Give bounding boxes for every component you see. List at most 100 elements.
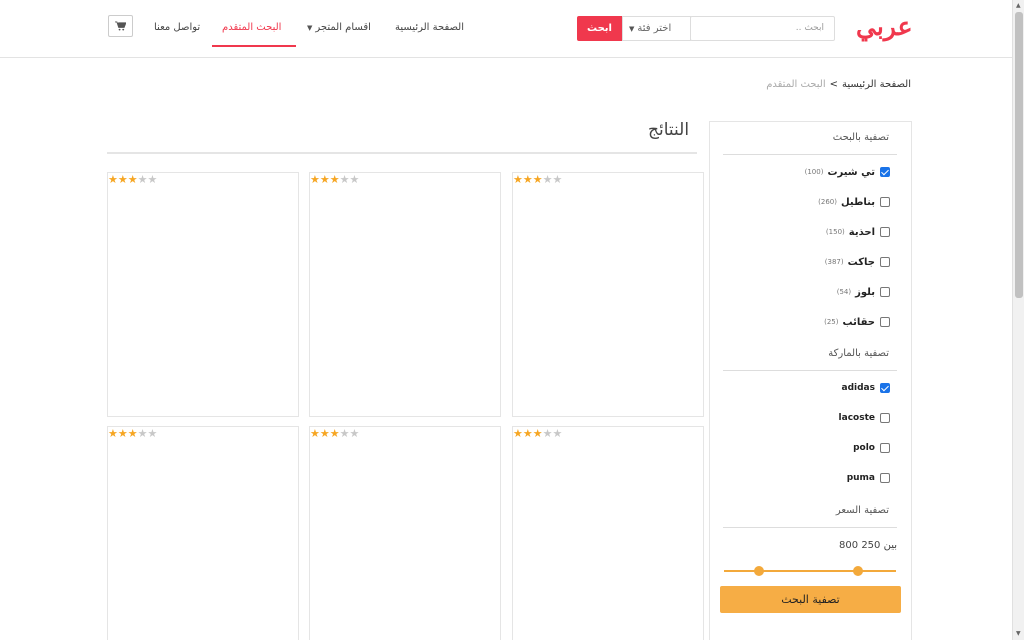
checkbox[interactable] — [880, 383, 890, 393]
star-icon: ★ — [522, 427, 533, 440]
search-input[interactable]: ابحث .. — [690, 16, 835, 41]
breadcrumb-separator: > — [829, 79, 838, 90]
scroll-up-arrow-icon[interactable]: ▲ — [1016, 2, 1021, 9]
star-icon: ★ — [319, 427, 330, 440]
results-divider — [107, 152, 697, 154]
checkbox[interactable] — [880, 227, 890, 237]
product-card[interactable]: ★★★★★ — [309, 426, 501, 640]
category-filter-option[interactable]: احذية (150) — [826, 226, 890, 238]
star-icon: ★ — [329, 427, 340, 440]
scrollbar-thumb[interactable] — [1015, 12, 1023, 298]
star-icon: ★ — [127, 427, 138, 440]
search-button[interactable]: ابحث — [577, 16, 622, 41]
brand-filter-option[interactable]: lacoste — [839, 412, 890, 424]
star-icon: ★ — [310, 427, 320, 440]
price-slider-min-handle[interactable] — [754, 566, 764, 576]
page-scrollbar[interactable]: ▲ ▼ — [1012, 0, 1024, 640]
checkbox[interactable] — [880, 197, 890, 207]
brand-filter-heading: تصفية بالماركة — [828, 348, 889, 359]
checkbox[interactable] — [880, 473, 890, 483]
checkbox[interactable] — [880, 287, 890, 297]
category-filter-label: تي شيرت — [827, 166, 875, 178]
brand-filter-option[interactable]: adidas — [842, 382, 890, 394]
star-icon: ★ — [339, 427, 350, 440]
star-icon: ★ — [310, 173, 320, 186]
filter-search-button[interactable]: تصفية البحث — [720, 586, 901, 613]
nav-home[interactable]: الصفحة الرئيسية — [395, 22, 464, 33]
checkbox[interactable] — [880, 443, 890, 453]
star-icon: ★ — [108, 173, 118, 186]
star-icon: ★ — [319, 173, 330, 186]
category-count: (260) — [818, 198, 837, 206]
breadcrumb-current: البحث المتقدم — [766, 79, 826, 90]
category-filter-option[interactable]: حقائب (25) — [824, 316, 890, 328]
category-filter-option[interactable]: تي شيرت (100) — [805, 166, 890, 178]
category-count: (54) — [836, 288, 852, 296]
divider — [723, 154, 897, 155]
product-card[interactable]: ★★★★★ — [309, 172, 501, 417]
breadcrumb: الصفحة الرئيسية >البحث المتقدم — [766, 79, 911, 90]
nav-contact[interactable]: تواصل معنا — [154, 22, 200, 33]
category-filter-option[interactable]: بلوز (54) — [837, 286, 890, 298]
brand-filter-option[interactable]: puma — [847, 472, 890, 484]
site-logo[interactable]: عربي — [856, 12, 914, 41]
category-filter-label: بناطيل — [840, 196, 875, 208]
star-icon: ★ — [329, 173, 340, 186]
star-icon: ★ — [542, 427, 553, 440]
chevron-down-icon: ▼ — [629, 25, 635, 33]
checkbox[interactable] — [880, 167, 890, 177]
product-card[interactable]: ★★★★★ — [512, 172, 704, 417]
category-filter-label: احذية — [848, 226, 875, 238]
nav-shop-sections-label: اقسام المتجر — [315, 22, 371, 33]
star-icon: ★ — [552, 427, 563, 440]
price-slider-max-handle[interactable] — [853, 566, 863, 576]
category-filter-label: بلوز — [855, 286, 875, 298]
nav-active-underline — [212, 45, 296, 47]
brand-filter-option[interactable]: polo — [853, 442, 890, 454]
nav-advanced-search[interactable]: البحث المتقدم — [222, 22, 281, 33]
brand-filter-label: adidas — [841, 383, 875, 393]
category-count: (150) — [825, 228, 845, 236]
results-title: النتائج — [648, 120, 690, 140]
divider — [723, 370, 897, 371]
star-icon: ★ — [108, 427, 118, 440]
brand-filter-label: lacoste — [838, 413, 875, 423]
divider — [723, 527, 897, 528]
price-slider-track[interactable] — [724, 570, 896, 572]
star-icon: ★ — [127, 173, 138, 186]
checkbox[interactable] — [880, 413, 890, 423]
star-icon: ★ — [552, 173, 563, 186]
product-card[interactable]: ★★★★★ — [107, 426, 299, 640]
cart-icon — [115, 21, 127, 31]
star-icon: ★ — [522, 173, 533, 186]
category-count: (25) — [824, 318, 839, 326]
brand-filter-label: polo — [853, 443, 875, 453]
star-icon: ★ — [147, 173, 158, 186]
price-filter-heading: تصفية السعر — [835, 505, 889, 516]
star-icon: ★ — [117, 173, 128, 186]
star-icon: ★ — [513, 173, 523, 186]
star-icon: ★ — [532, 173, 543, 186]
filter-sidebar: تصفية بالبحث تي شيرت (100) بناطيل (260) احذي… — [709, 121, 912, 640]
scroll-down-arrow-icon[interactable]: ▼ — [1016, 630, 1021, 637]
category-count: (387) — [824, 258, 844, 266]
cart-button[interactable] — [108, 15, 133, 37]
nav-shop-sections[interactable]: ▼ اقسام المتجر — [307, 22, 371, 33]
star-icon: ★ — [532, 427, 543, 440]
category-filter-option[interactable]: جاكت (387) — [825, 256, 890, 268]
category-select-label: اختر فئة — [637, 23, 672, 34]
product-card[interactable]: ★★★★★ — [512, 426, 704, 640]
checkbox[interactable] — [880, 257, 890, 267]
category-filter-label: حقائب — [842, 316, 876, 328]
brand-filter-label: puma — [846, 473, 875, 483]
chevron-down-icon: ▼ — [307, 24, 313, 32]
breadcrumb-home[interactable]: الصفحة الرئيسية — [842, 79, 911, 90]
price-range-text: بين 250 800 — [839, 540, 897, 551]
star-icon: ★ — [349, 427, 360, 440]
checkbox[interactable] — [880, 317, 890, 327]
site-header: عربي ابحث .. ▼ اختر فئة ابحث الصفحة الرئي… — [0, 0, 1012, 58]
product-card[interactable]: ★★★★★ — [107, 172, 299, 417]
star-icon: ★ — [147, 427, 158, 440]
category-filter-option[interactable]: بناطيل (260) — [818, 196, 890, 208]
category-select[interactable]: ▼ اختر فئة — [622, 16, 691, 41]
